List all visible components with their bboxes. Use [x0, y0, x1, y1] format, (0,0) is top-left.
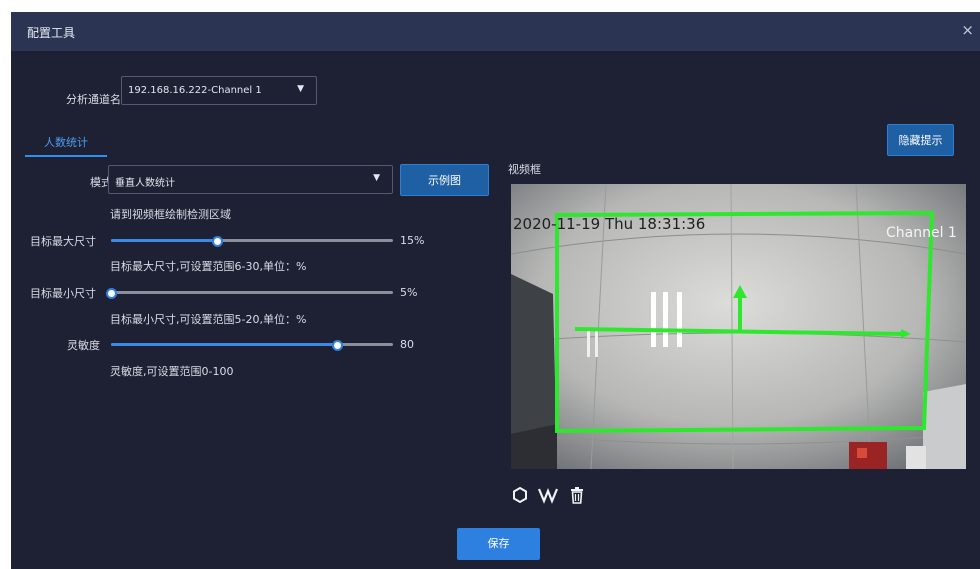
hide-tips-button[interactable]: 隐藏提示: [887, 124, 954, 156]
max-size-hint: 目标最大尺寸,可设置范围6-30,单位：%: [110, 260, 307, 273]
chevron-down-icon: ▼: [373, 173, 380, 183]
slider-handle[interactable]: [211, 236, 223, 247]
slider-fill: [111, 239, 217, 242]
drawing-toolbar: [511, 486, 611, 506]
min-size-label: 目标最小尺寸: [30, 287, 96, 300]
mode-select[interactable]: 垂直人数统计 ▼: [108, 165, 393, 194]
polyline-icon[interactable]: [537, 486, 559, 504]
channel-select[interactable]: 192.168.16.222-Channel 1 ▼: [121, 76, 317, 105]
slider-fill: [111, 343, 337, 346]
mode-select-value: 垂直人数统计: [115, 178, 175, 189]
max-size-label: 目标最大尺寸: [30, 235, 96, 248]
hexagon-icon[interactable]: [511, 486, 529, 504]
tab-underline: [25, 155, 107, 157]
slider-track: [111, 291, 393, 294]
sensitivity-value: 80: [400, 338, 414, 351]
trash-icon[interactable]: [568, 486, 586, 504]
max-size-value: 15%: [400, 234, 425, 247]
video-frame[interactable]: 2020-11-19 Thu 18:31:36 Channel 1: [511, 184, 966, 469]
slider-handle[interactable]: [331, 340, 343, 351]
min-size-hint: 目标最小尺寸,可设置范围5-20,单位：%: [110, 313, 307, 326]
close-icon[interactable]: ×: [961, 21, 974, 39]
sensitivity-label: 灵敏度: [67, 339, 100, 352]
osd-timestamp: 2020-11-19 Thu 18:31:36: [513, 215, 706, 233]
channel-select-value: 192.168.16.222-Channel 1: [128, 85, 262, 96]
slider-handle[interactable]: [106, 288, 117, 299]
mode-hint: 请到视频框绘制检测区域: [110, 208, 231, 221]
save-button[interactable]: 保存: [457, 528, 540, 560]
dialog-title: 配置工具: [27, 26, 76, 40]
tab-people-count[interactable]: 人数统计: [25, 133, 107, 157]
config-dialog: 配置工具 × 分析通道名称 192.168.16.222-Channel 1 ▼…: [11, 12, 980, 569]
chevron-down-icon: ▼: [297, 84, 304, 94]
tab-label: 人数统计: [44, 136, 88, 149]
title-bar: 配置工具 ×: [11, 12, 980, 51]
min-size-value: 5%: [400, 286, 418, 299]
sensitivity-hint: 灵敏度,可设置范围0-100: [110, 365, 234, 378]
osd-channel: Channel 1: [886, 225, 957, 241]
sensitivity-slider[interactable]: [111, 337, 393, 351]
min-size-slider[interactable]: [106, 285, 393, 299]
example-image-button[interactable]: 示例图: [400, 164, 489, 196]
max-size-slider[interactable]: [111, 233, 393, 247]
video-frame-label: 视频框: [508, 163, 541, 176]
